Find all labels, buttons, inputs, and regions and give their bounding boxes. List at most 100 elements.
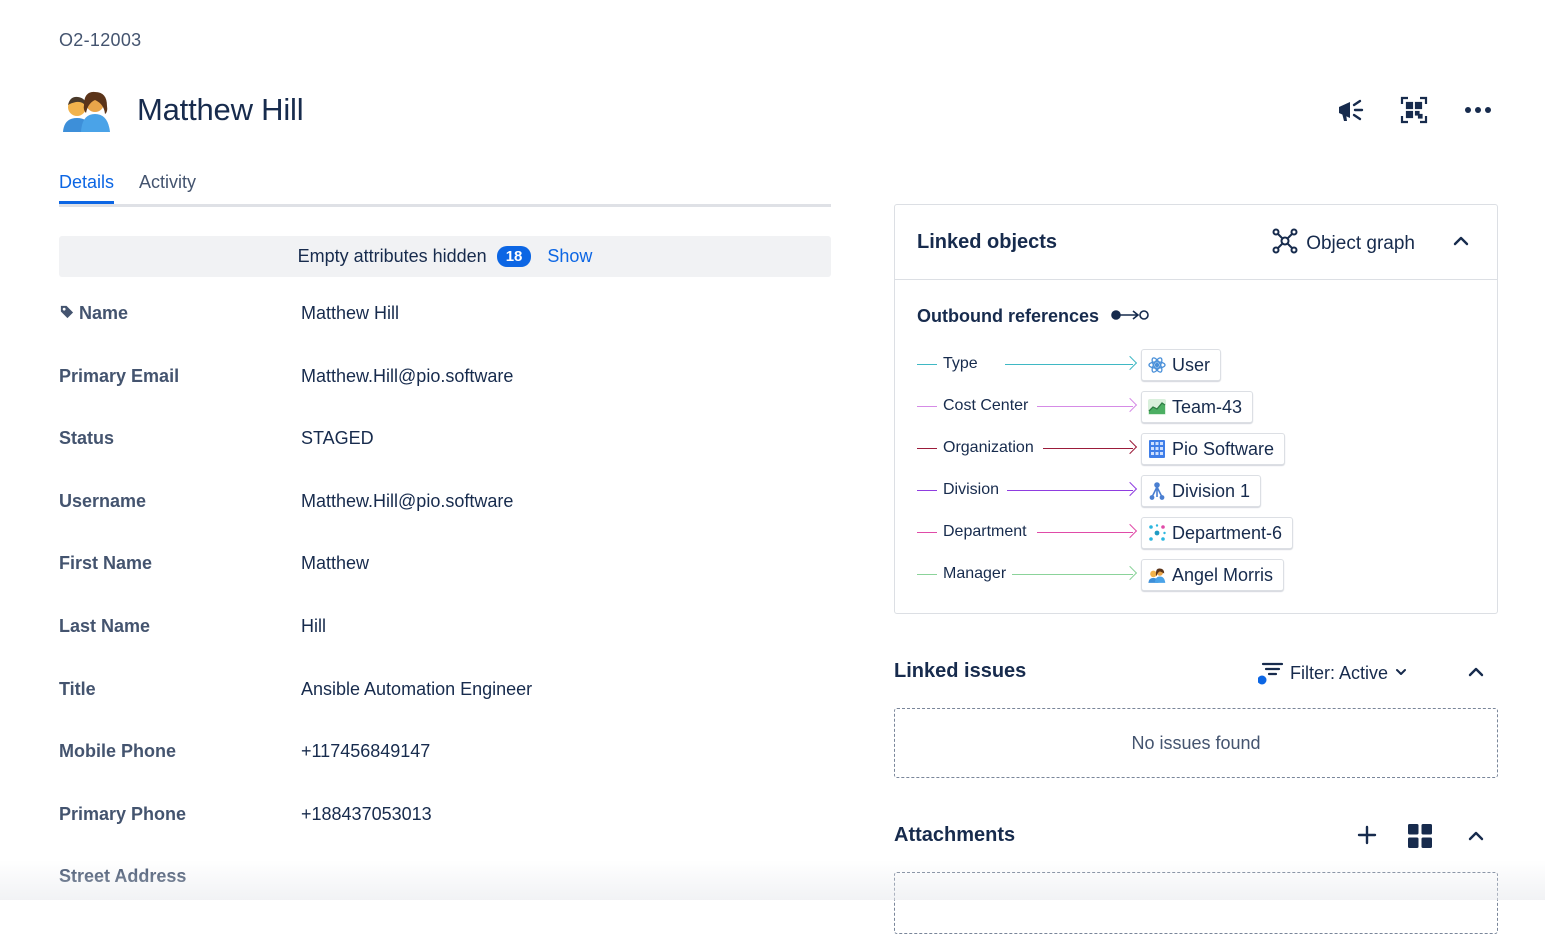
reference-object-chip[interactable]: Angel Morris [1141, 559, 1285, 591]
attribute-label: First Name [59, 553, 153, 573]
filter-button[interactable]: Filter: Active [1257, 660, 1408, 686]
page-title: Matthew Hill [137, 92, 304, 127]
attribute-value[interactable]: Matthew Hill [301, 303, 399, 324]
reference-line [1037, 532, 1133, 533]
filter-icon [1257, 660, 1284, 686]
reference-target: Team-43 [1172, 396, 1243, 417]
megaphone-icon[interactable] [1335, 94, 1365, 126]
reference-line [1043, 448, 1133, 449]
arrow-icon [1122, 481, 1138, 497]
attribute-label: Last Name [59, 616, 151, 636]
more-icon[interactable] [1463, 94, 1493, 126]
chevron-down-icon [1394, 663, 1408, 684]
reference-target: Angel Morris [1172, 564, 1274, 585]
outbound-references-header: Outbound references [917, 306, 1151, 327]
reference-label: Organization [943, 439, 1040, 457]
reference-label: Department [943, 523, 1033, 541]
reference-object-chip[interactable]: User [1141, 349, 1222, 381]
attribute-value[interactable]: Hill [301, 616, 326, 637]
attribute-label-text: Name [79, 303, 129, 323]
show-empty-attributes-link[interactable]: Show [547, 246, 592, 267]
tab-details[interactable]: Details [59, 172, 115, 204]
object-graph-label: Object graph [1306, 233, 1415, 254]
attribute-label: Title [59, 679, 96, 699]
attribute-row: Name Matthew Hill [59, 303, 829, 343]
arrow-icon [1122, 523, 1138, 539]
reference-line [1009, 574, 1133, 575]
reference-row: Organization Pio Software [917, 433, 1337, 465]
reference-label: Cost Center [943, 397, 1035, 415]
attribute-row: Status STAGED [59, 428, 829, 468]
attribute-value[interactable]: Matthew.Hill@pio.software [301, 491, 513, 512]
header-actions [1335, 94, 1493, 126]
arrow-icon [1122, 439, 1138, 455]
tag-icon [59, 303, 74, 324]
attribute-row: Last Name Hill [59, 616, 829, 656]
attribute-value[interactable]: Matthew [301, 553, 369, 574]
people-icon [1148, 566, 1166, 584]
collapse-linked-objects-icon[interactable] [1453, 233, 1469, 254]
attribute-row: Mobile Phone +117456849147 [59, 741, 829, 781]
reference-target: Department-6 [1172, 522, 1283, 543]
attribute-value[interactable]: Ansible Automation Engineer [301, 679, 532, 700]
attribute-value[interactable]: STAGED [301, 428, 374, 449]
reference-object-chip[interactable]: Pio Software [1141, 433, 1286, 465]
linked-objects-title: Linked objects [917, 231, 1058, 253]
atom-icon [1148, 356, 1166, 374]
qr-code-icon[interactable] [1399, 94, 1429, 126]
attachments-title: Attachments [894, 824, 1016, 846]
reference-line [917, 574, 937, 575]
reference-line [1037, 406, 1133, 407]
attribute-label: Mobile Phone [59, 741, 176, 761]
attribute-label: Primary Phone [59, 804, 187, 824]
empty-attributes-bar: Empty attributes hidden 18 Show [59, 236, 831, 277]
reference-line [1007, 490, 1133, 491]
arrow-icon [1122, 397, 1138, 413]
department-icon [1148, 524, 1166, 542]
reference-line [917, 490, 937, 491]
attribute-label: Name [59, 303, 128, 324]
reference-target: Division 1 [1172, 480, 1251, 501]
attribute-row: Primary Email Matthew.Hill@pio.software [59, 366, 829, 406]
reference-row: Department Department-6 [917, 517, 1337, 549]
tab-activity[interactable]: Activity [139, 172, 196, 201]
attribute-value[interactable]: +117456849147 [301, 741, 430, 762]
outbound-references-title: Outbound references [917, 306, 1100, 326]
add-icon[interactable] [1357, 825, 1377, 850]
hidden-count-badge: 18 [496, 246, 532, 267]
tab-bar: Details Activity [59, 168, 831, 207]
grid-view-icon[interactable] [1407, 823, 1433, 854]
reference-object-chip[interactable]: Division 1 [1141, 475, 1262, 507]
linked-issues-title: Linked issues [894, 660, 1027, 682]
reference-label: Type [943, 355, 984, 373]
attribute-row: Street Address [59, 866, 829, 906]
hierarchy-icon [1148, 482, 1166, 500]
linked-objects-panel: Linked objects Object graph Outbound ref… [894, 204, 1498, 614]
reference-object-chip[interactable]: Department-6 [1141, 517, 1294, 549]
reference-line [917, 532, 937, 533]
attribute-row: Title Ansible Automation Engineer [59, 679, 829, 719]
reference-line [1005, 364, 1133, 365]
reference-row: Type User [917, 349, 1337, 381]
attribute-row: First Name Matthew [59, 553, 829, 593]
attachments-dropzone[interactable] [894, 872, 1498, 934]
outbound-arrow-icon [1111, 306, 1151, 327]
building-icon [1148, 440, 1166, 458]
filter-label: Filter: Active [1290, 662, 1389, 683]
object-graph-button[interactable]: Object graph [1272, 228, 1415, 260]
attribute-value[interactable]: Matthew.Hill@pio.software [301, 366, 513, 387]
collapse-attachments-icon[interactable] [1468, 828, 1484, 849]
empty-attributes-text: Empty attributes hidden [297, 246, 487, 266]
arrow-icon [1122, 565, 1138, 581]
people-icon [62, 88, 112, 132]
reference-object-chip[interactable]: Team-43 [1141, 391, 1254, 423]
reference-row: Division Division 1 [917, 475, 1337, 507]
attribute-label: Primary Email [59, 366, 180, 386]
attribute-value[interactable]: +188437053013 [301, 804, 432, 825]
linked-issues-empty: No issues found [894, 708, 1498, 778]
object-key: O2-12003 [59, 30, 142, 50]
collapse-linked-issues-icon[interactable] [1468, 664, 1484, 685]
arrow-icon [1122, 355, 1138, 371]
reference-target: Pio Software [1172, 438, 1275, 459]
reference-row: Cost Center Team-43 [917, 391, 1337, 423]
